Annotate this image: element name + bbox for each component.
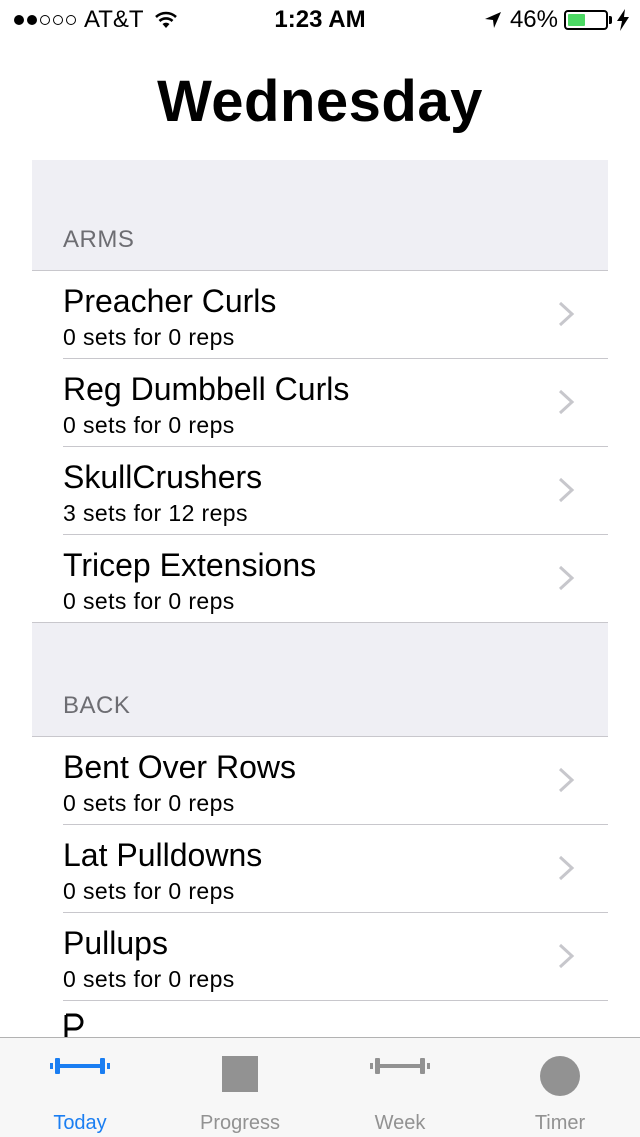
tab-timer[interactable]: Timer xyxy=(480,1038,640,1137)
square-icon xyxy=(222,1056,258,1092)
exercise-name: Preacher Curls xyxy=(63,283,277,319)
status-bar: AT&T 1:23 AM 46% xyxy=(0,0,640,40)
chevron-right-icon xyxy=(558,855,575,881)
charging-bolt-icon xyxy=(617,9,629,31)
chevron-right-icon xyxy=(558,301,575,327)
section-header-label: BACK xyxy=(63,692,131,719)
list-item[interactable]: Pullups 0 sets for 0 reps xyxy=(63,913,608,1001)
exercise-name: Bent Over Rows xyxy=(63,749,296,785)
exercise-summary: 0 sets for 0 reps xyxy=(63,878,235,904)
chevron-right-icon xyxy=(558,477,575,503)
tab-label: Week xyxy=(374,1112,426,1134)
section-header-label: ARMS xyxy=(63,226,135,253)
tab-week[interactable]: Week xyxy=(320,1038,480,1137)
exercise-name: Lat Pulldowns xyxy=(63,837,263,873)
tab-today[interactable]: Today xyxy=(0,1038,160,1137)
section-header-arms: ARMS xyxy=(32,160,608,271)
exercise-summary: 0 sets for 0 reps xyxy=(63,790,235,816)
workout-table: ARMS Preacher Curls 0 sets for 0 reps Re… xyxy=(32,160,608,1041)
dumbbell-icon xyxy=(370,1058,430,1074)
exercise-name: Pullups xyxy=(63,925,168,961)
list-item[interactable]: Bent Over Rows 0 sets for 0 reps xyxy=(63,737,608,825)
chevron-right-icon xyxy=(558,565,575,591)
list-item[interactable]: Lat Pulldowns 0 sets for 0 reps xyxy=(63,825,608,913)
list-item[interactable]: Preacher Curls 0 sets for 0 reps xyxy=(63,271,608,359)
tab-progress[interactable]: Progress xyxy=(160,1038,320,1137)
circle-icon xyxy=(540,1056,580,1096)
list-item-partial[interactable] xyxy=(63,1001,608,1041)
exercise-summary: 3 sets for 12 reps xyxy=(63,500,248,526)
battery-level-fill xyxy=(568,14,585,26)
chevron-right-icon xyxy=(558,767,575,793)
page-title: Wednesday xyxy=(157,69,483,134)
section-header-back: BACK xyxy=(32,623,608,737)
exercise-name: SkullCrushers xyxy=(63,459,263,495)
dumbbell-icon xyxy=(50,1058,110,1074)
exercise-summary: 0 sets for 0 reps xyxy=(63,588,235,614)
tab-label: Progress xyxy=(199,1112,281,1134)
exercise-summary: 0 sets for 0 reps xyxy=(63,966,235,992)
tab-bar: Today Progress Week Timer xyxy=(0,1037,640,1137)
exercise-name: Tricep Extensions xyxy=(63,547,317,583)
battery-percent: 46% xyxy=(509,6,558,33)
tab-label: Timer xyxy=(534,1112,586,1134)
list-item[interactable]: Tricep Extensions 0 sets for 0 reps xyxy=(32,535,608,623)
battery-icon xyxy=(564,10,608,30)
status-right: 46% xyxy=(484,6,630,34)
list-item[interactable]: SkullCrushers 3 sets for 12 reps xyxy=(63,447,608,535)
chevron-right-icon xyxy=(558,389,575,415)
list-item[interactable]: Reg Dumbbell Curls 0 sets for 0 reps xyxy=(63,359,608,447)
tab-label: Today xyxy=(53,1112,107,1134)
exercise-summary: 0 sets for 0 reps xyxy=(63,324,235,350)
chevron-right-icon xyxy=(558,943,575,969)
location-arrow-icon xyxy=(484,12,501,28)
battery-nub xyxy=(609,16,612,24)
exercise-name: Reg Dumbbell Curls xyxy=(63,371,350,407)
exercise-summary: 0 sets for 0 reps xyxy=(63,412,235,438)
